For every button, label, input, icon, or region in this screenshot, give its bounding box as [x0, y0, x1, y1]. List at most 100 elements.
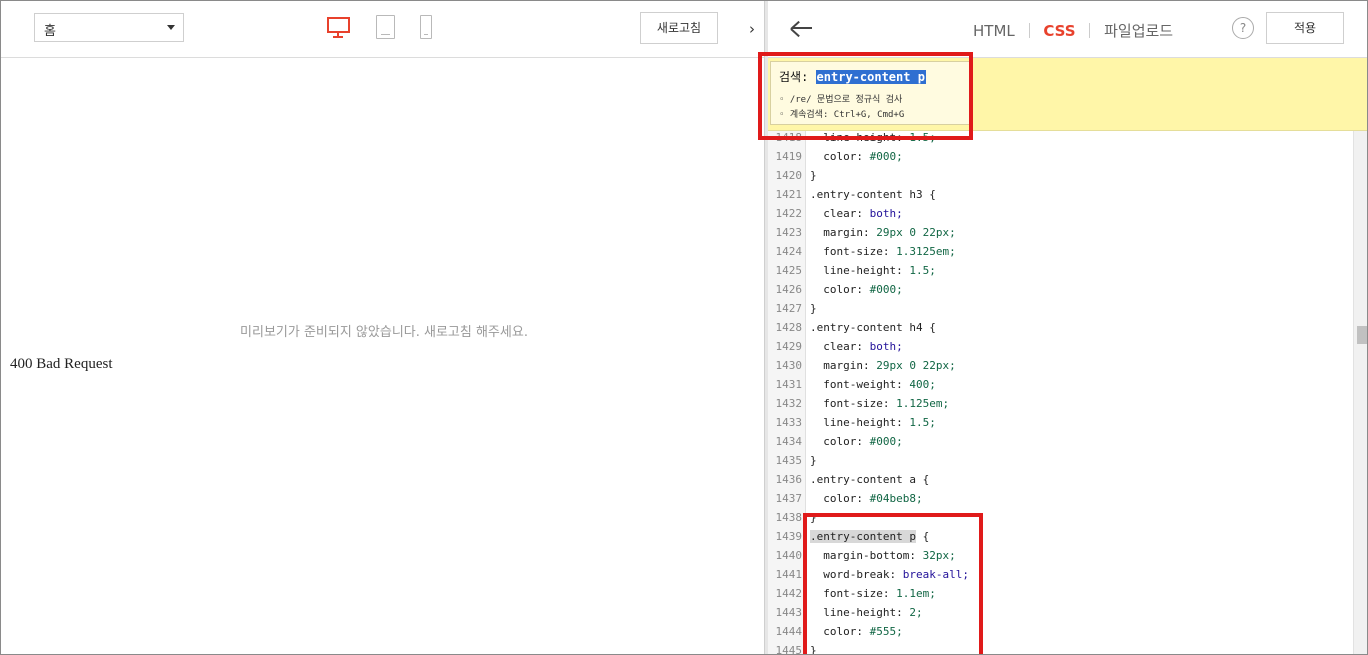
error-text: 400 Bad Request: [10, 356, 113, 372]
code-text: clear: both;: [823, 340, 903, 353]
tab-file-upload[interactable]: 파일업로드: [1104, 20, 1173, 41]
code-line: 1431 font-weight: 400;: [768, 375, 1354, 394]
search-match: .entry-content p: [810, 530, 916, 543]
code-text: color: #000;: [823, 435, 903, 448]
line-number: 1432: [775, 397, 803, 410]
code-property: color: [823, 492, 857, 505]
code-line: 1428 .entry-content h4 {: [768, 318, 1354, 337]
code-line: 1422 clear: both;: [768, 204, 1354, 223]
code-value: 400;: [909, 378, 936, 391]
mobile-view-icon[interactable]: [420, 15, 432, 39]
code-line: 1427}: [768, 299, 1354, 318]
desktop-view-icon[interactable]: [326, 15, 352, 39]
search-input[interactable]: entry-content p: [815, 70, 926, 84]
chevron-right-icon[interactable]: ›: [742, 19, 762, 39]
code-text: line-height: 1.5;: [823, 416, 936, 429]
line-number: 1444: [775, 625, 803, 638]
code-text: }: [810, 641, 817, 655]
editor-tabs: HTML CSS 파일업로드: [973, 20, 1173, 41]
code-value: #000;: [869, 283, 903, 296]
line-number: 1440: [775, 549, 803, 562]
code-text: .entry-content p {: [810, 527, 929, 546]
code-selector-rest: {: [915, 530, 930, 543]
code-selector: .entry-content a {: [810, 473, 930, 486]
code-line: 1430 margin: 29px 0 22px;: [768, 356, 1354, 375]
code-text: line-height: 2;: [823, 606, 923, 619]
apply-button[interactable]: 적용: [1266, 12, 1344, 44]
line-number: 1426: [775, 283, 803, 296]
page-select[interactable]: 홈: [34, 13, 184, 42]
code-text: color: #04beb8;: [823, 492, 923, 505]
line-number: 1445: [775, 644, 803, 655]
code-property: clear: [823, 207, 857, 220]
code-value: 2;: [909, 606, 923, 619]
code-value: 1.5;: [909, 416, 936, 429]
code-selector: }: [810, 644, 817, 655]
code-value: both;: [869, 340, 903, 353]
line-number: 1429: [775, 340, 803, 353]
code-property: font-weight: [823, 378, 897, 391]
search-label: 검색:: [779, 70, 809, 84]
tablet-view-icon[interactable]: [376, 15, 395, 39]
line-number: 1420: [775, 169, 803, 182]
code-text: }: [810, 166, 817, 185]
code-editor[interactable]: 1418 line-height: 1.5; 1419 color: #000; 1…: [768, 131, 1367, 655]
code-property: margin: [823, 226, 863, 239]
code-line: 1432 font-size: 1.125em;: [768, 394, 1354, 413]
code-line: 1423 margin: 29px 0 22px;: [768, 223, 1354, 242]
refresh-button[interactable]: 새로고침: [640, 12, 718, 44]
code-text: font-size: 1.3125em;: [823, 245, 956, 258]
code-text: line-height: 1.5;: [823, 264, 936, 277]
code-value: 1.5;: [909, 264, 936, 277]
code-property: line-height: [823, 416, 897, 429]
code-property: margin: [823, 359, 863, 372]
tab-html[interactable]: HTML: [973, 22, 1015, 40]
scrollbar-thumb[interactable]: [1357, 326, 1367, 344]
code-property: line-height: [823, 606, 897, 619]
code-text: font-size: 1.1em;: [823, 587, 936, 600]
code-property: font-size: [823, 397, 883, 410]
code-property: font-size: [823, 587, 883, 600]
line-number: 1428: [775, 321, 803, 334]
code-line: 1439 .entry-content p {: [768, 527, 1354, 546]
code-property: word-break: [823, 568, 890, 581]
code-selector: }: [810, 302, 817, 315]
line-number: 1431: [775, 378, 803, 391]
code-line: 1424 font-size: 1.3125em;: [768, 242, 1354, 261]
code-property: line-height: [823, 264, 897, 277]
code-line: 1443 line-height: 2;: [768, 603, 1354, 622]
code-value: #000;: [869, 150, 903, 163]
search-panel: 검색: entry-content p /re/ 문법으로 정규식 검사 계속검…: [768, 58, 1367, 131]
line-number: 1438: [775, 511, 803, 524]
help-icon[interactable]: ?: [1232, 17, 1254, 39]
code-text: font-weight: 400;: [823, 378, 936, 391]
preview-pane: 홈 새로고침 › 미리보기가 준비되지 않았습니다. 새로고침 해주세요. 40…: [1, 1, 767, 654]
code-text: .entry-content h3 {: [810, 185, 936, 204]
code-line: 1438}: [768, 508, 1354, 527]
code-line: 1435}: [768, 451, 1354, 470]
code-text: .entry-content h4 {: [810, 318, 936, 337]
back-arrow-icon[interactable]: [790, 16, 814, 40]
search-tips: /re/ 문법으로 정규식 검사 계속검색: Ctrl+G, Cmd+G: [779, 93, 961, 123]
code-selector: }: [810, 454, 817, 467]
line-number: 1427: [775, 302, 803, 315]
code-toolbar: HTML CSS 파일업로드 ? 적용: [768, 1, 1367, 58]
code-text: font-size: 1.125em;: [823, 397, 950, 410]
code-value: 32px;: [922, 549, 956, 562]
code-line: 1445}: [768, 641, 1354, 655]
editor-scrollbar[interactable]: [1353, 131, 1367, 654]
code-line: 1436 .entry-content a {: [768, 470, 1354, 489]
code-text: color: #000;: [823, 283, 903, 296]
line-number: 1434: [775, 435, 803, 448]
code-line: 1441 word-break: break-all;: [768, 565, 1354, 584]
search-dialog[interactable]: 검색: entry-content p /re/ 문법으로 정규식 검사 계속검…: [770, 61, 970, 125]
line-number: 1439: [775, 530, 803, 543]
line-number: 1422: [775, 207, 803, 220]
tab-css[interactable]: CSS: [1043, 22, 1075, 40]
code-property: color: [823, 435, 857, 448]
code-property: margin-bottom: [823, 549, 910, 562]
code-value: break-all;: [902, 568, 969, 581]
line-number: 1436: [775, 473, 803, 486]
code-text: line-height: 1.5;: [823, 131, 936, 144]
line-number: 1433: [775, 416, 803, 429]
